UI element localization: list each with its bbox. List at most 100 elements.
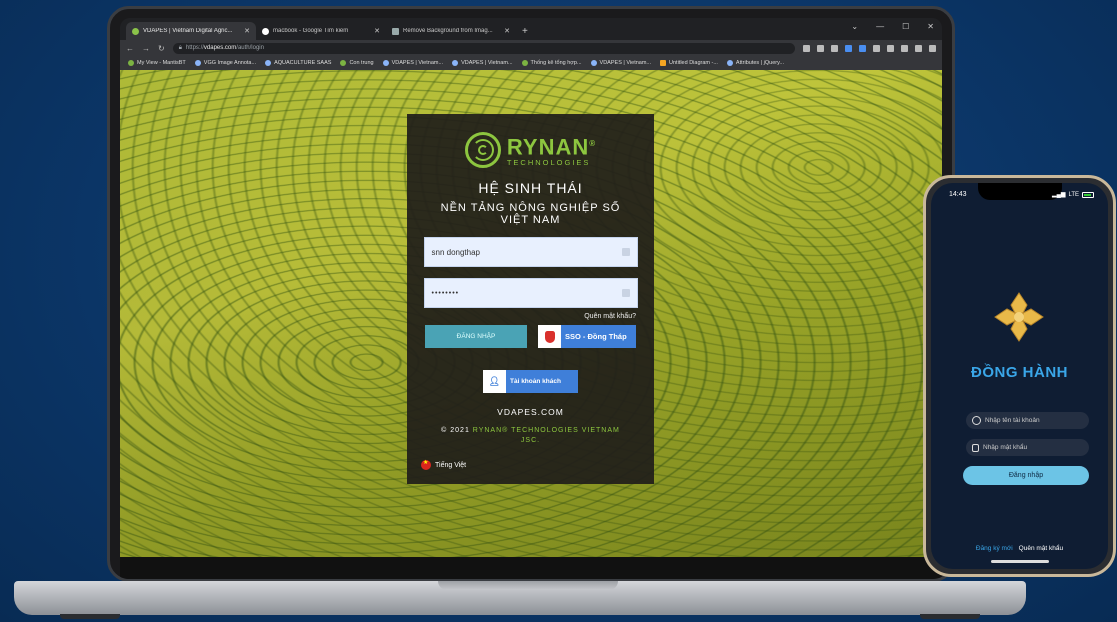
bookmark[interactable]: VDAPES | Vietnam... [452, 60, 513, 66]
tab-google[interactable]: macbook - Google Tìm kiếm ✕ [256, 22, 386, 40]
browser-window: VDAPES | Vietnam Digital Agric... ✕ macb… [120, 18, 942, 579]
user-icon: 👤︎ [483, 370, 506, 393]
sidepanel-icon[interactable] [901, 44, 908, 52]
bookmark-icon [590, 60, 597, 66]
extension-icon[interactable] [873, 44, 880, 52]
username-value: snn dongthap [431, 247, 481, 257]
url-path: /auth/login [236, 45, 264, 51]
bookmark[interactable]: Thống kê tổng hợp... [521, 60, 582, 66]
bookmark[interactable]: AQUACULTURE SAAS [265, 60, 331, 66]
bookmark-icon [382, 60, 389, 66]
minimize-button[interactable]: — [876, 22, 884, 31]
page-viewport: RYNAN® TECHNOLOGIES HỆ SINH THÁI NỀN TẢN… [120, 70, 942, 557]
close-icon[interactable]: ✕ [374, 27, 380, 35]
laptop-bezel-bottom [120, 557, 942, 579]
sso-button[interactable]: SSO - Đồng Tháp [538, 325, 636, 348]
url-field[interactable]: 🔒︎ https://vdapes.com/auth/login [172, 42, 795, 54]
user-icon [972, 416, 981, 425]
autofill-icon [621, 289, 630, 297]
bookmark-label: VDAPES | Vietnam... [461, 60, 513, 66]
share-icon[interactable] [817, 44, 824, 52]
brand-name: RYNAN [506, 134, 590, 160]
tab-title: macbook - Google Tìm kiếm [273, 28, 349, 34]
bookmark-label: Attributes | jQuery... [735, 60, 785, 66]
bookmark[interactable]: Untitled Diagram -... [660, 60, 718, 66]
lock-icon: 🔒︎ [178, 44, 182, 51]
copyright-prefix: © 2021 [441, 427, 473, 434]
lock-icon [972, 443, 979, 452]
laptop-hinge-notch [438, 581, 618, 590]
star-icon[interactable] [831, 44, 838, 52]
close-icon[interactable]: ✕ [244, 27, 250, 35]
phone-forgot-link[interactable]: Quên mật khẩu [1019, 545, 1063, 552]
dong-thap-emblem-icon [538, 325, 561, 348]
new-tab-button[interactable]: + [522, 26, 528, 37]
bookmark-icon [265, 60, 272, 66]
tab-title: Remove Background from Imag... [403, 28, 493, 34]
username-field[interactable]: snn dongthap [423, 237, 638, 267]
tab-remove-bg[interactable]: Remove Background from Imag... ✕ [386, 22, 516, 40]
close-window-button[interactable]: ✕ [927, 22, 934, 31]
bookmark-label: AQUACULTURE SAAS [274, 60, 332, 66]
extension-icon[interactable] [845, 44, 852, 52]
bookmark-label: VGG Image Annota... [203, 60, 257, 66]
back-arrow-icon[interactable]: ← [126, 44, 134, 53]
username-placeholder: Nhập tên tài khoản [985, 417, 1040, 424]
extension-icon[interactable] [859, 44, 866, 52]
status-time: 14:43 [949, 191, 967, 198]
bookmark-icon [660, 60, 667, 66]
menu-dots-icon[interactable] [929, 44, 936, 52]
bookmark[interactable]: VDAPES | Vietnam... [382, 60, 443, 66]
phone-login-button[interactable]: Đăng nhập [963, 466, 1089, 485]
sso-button-label: SSO - Đồng Tháp [565, 332, 627, 341]
bookmark[interactable]: VDAPES | Vietnam... [590, 60, 651, 66]
bookmark-icon [521, 60, 528, 66]
forward-arrow-icon[interactable]: → [142, 44, 150, 53]
forgot-password-link[interactable]: Quên mật khẩu? [407, 313, 654, 320]
password-field[interactable]: •••••••• [423, 278, 638, 308]
tab-vdapes[interactable]: VDAPES | Vietnam Digital Agric... ✕ [126, 22, 256, 40]
register-link[interactable]: Đăng ký mới [976, 545, 1013, 552]
maximize-button[interactable]: ☐ [902, 22, 909, 31]
guest-button-label: Tài khoản khách [510, 378, 561, 385]
password-value: •••••••• [431, 289, 460, 297]
bookmark[interactable]: Con trung [340, 60, 374, 66]
puzzle-icon[interactable] [887, 44, 894, 52]
battery-icon [1082, 191, 1094, 198]
laptop-foot [920, 614, 980, 619]
profile-icon[interactable] [915, 44, 922, 52]
bookmark-label: Untitled Diagram -... [669, 60, 718, 66]
bookmark-icon [726, 60, 733, 66]
bookmark[interactable]: Attributes | jQuery... [726, 60, 785, 66]
tab-bar: VDAPES | Vietnam Digital Agric... ✕ macb… [120, 18, 942, 40]
phone-username-field[interactable]: Nhập tên tài khoản [966, 412, 1089, 429]
bookmark[interactable]: VGG Image Annota... [194, 60, 257, 66]
rynan-logo: RYNAN® TECHNOLOGIES [407, 132, 654, 168]
bookmark-label: Con trung [349, 60, 374, 66]
reload-icon[interactable]: ↻ [158, 44, 165, 53]
address-bar-row: ← → ↻ 🔒︎ https://vdapes.com/auth/login [120, 40, 942, 56]
google-favicon-icon [262, 27, 269, 35]
chevron-down-icon[interactable]: ⌄ [851, 22, 858, 31]
close-icon[interactable]: ✕ [504, 27, 510, 35]
bookmark[interactable]: My View - MantisBT [128, 60, 186, 66]
page-title: HỆ SINH THÁI [478, 180, 583, 196]
brand-registered: ® [589, 138, 597, 148]
window-controls: ⌄ — ☐ ✕ [851, 22, 934, 31]
removebg-favicon-icon [392, 27, 399, 35]
phone-screen: 14:43 ▂▄▆ LTE ĐỒNG HÀNH Nhập tên tài kho… [931, 183, 1108, 569]
vietnam-flag-icon [421, 459, 431, 470]
bookmarks-bar: My View - MantisBT VGG Image Annota... A… [120, 56, 942, 70]
phone-password-field[interactable]: Nhập mật khẩu [966, 439, 1089, 456]
guest-account-button[interactable]: 👤︎ Tài khoản khách [483, 370, 578, 393]
page-subtitle: NỀN TẢNG NÔNG NGHIỆP SỐ VIỆT NAM [440, 202, 621, 226]
login-button[interactable]: ĐĂNG NHẬP [425, 325, 527, 348]
key-icon[interactable] [803, 44, 810, 52]
site-name: VDAPES.COM [497, 407, 564, 417]
url-prefix: https:// [185, 45, 204, 51]
autofill-icon [621, 248, 630, 256]
tab-title: VDAPES | Vietnam Digital Agric... [143, 28, 233, 34]
bookmark-label: Thống kê tổng hợp... [530, 60, 582, 66]
url-host: vdapes.com [203, 45, 237, 51]
language-selector[interactable]: Tiếng Việt [421, 459, 466, 470]
